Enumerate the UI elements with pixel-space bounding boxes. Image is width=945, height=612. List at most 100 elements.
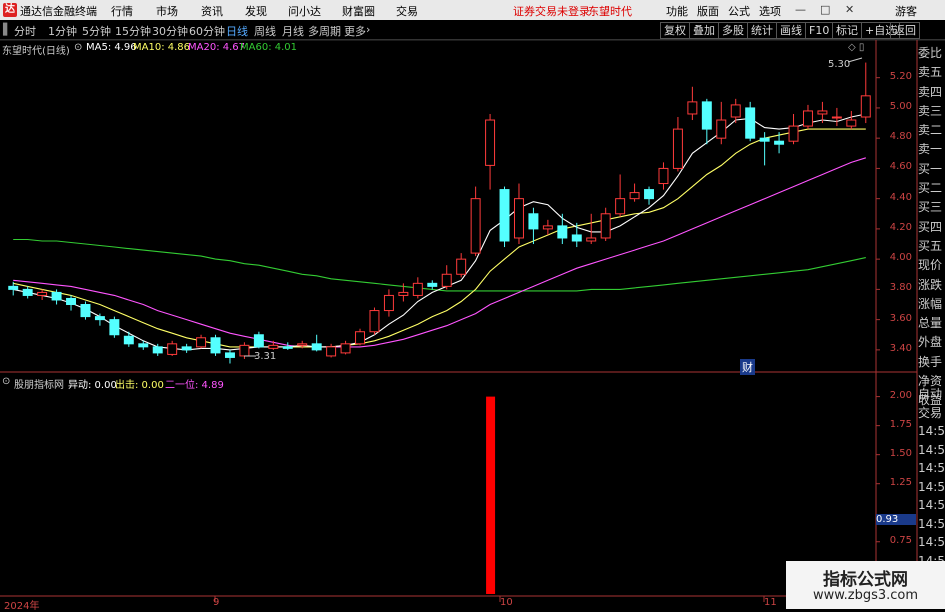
candle-up xyxy=(542,225,553,230)
candle-up xyxy=(586,237,597,242)
sidebar-quote-label[interactable]: 买三 xyxy=(918,198,945,217)
indicator-toggle-icon[interactable]: ⊙ xyxy=(2,376,10,387)
candle-up xyxy=(672,128,683,169)
price-tick-label: 3.60 xyxy=(889,312,912,324)
finance-marker[interactable]: 财 xyxy=(740,359,755,375)
sidebar-quote-label[interactable]: 买四 xyxy=(918,218,945,237)
sidebar-trade-label[interactable]: 14:56 xyxy=(918,533,945,552)
sidebar-quote-label[interactable]: 涨跌 xyxy=(918,276,945,295)
sidebar-quote-label[interactable]: 买一 xyxy=(918,160,945,179)
sidebar-trade-label[interactable]: 14:56 xyxy=(918,515,945,534)
price-tick-label: 4.00 xyxy=(889,252,912,264)
candle-down xyxy=(571,234,582,242)
candle-down xyxy=(224,352,235,358)
indicator-name: 股朋指标网 xyxy=(14,380,64,391)
date-label-sep: 9 xyxy=(213,597,220,608)
candle-down xyxy=(528,213,539,230)
sidebar-trade-label[interactable]: 14:55 xyxy=(918,422,945,441)
candle-up xyxy=(802,110,813,127)
candle-down xyxy=(109,319,120,336)
sidebar-quote-label[interactable]: 买五 xyxy=(918,237,945,256)
candle-up xyxy=(600,213,611,239)
candle-down xyxy=(282,346,293,349)
legend-ma20: MA20: 4.67 xyxy=(188,42,246,53)
sidebar-quote-label[interactable]: 换手 xyxy=(918,353,945,372)
sidebar-quote-label[interactable]: 卖四 xyxy=(918,83,945,102)
candle-up xyxy=(268,344,279,349)
sidebar-quote-label[interactable]: 卖二 xyxy=(918,121,945,140)
candle-up xyxy=(37,291,48,296)
candle-up xyxy=(441,273,452,287)
main-chart-title: 东望时代(日线) xyxy=(2,46,70,57)
watermark-url: www.zbgs3.com xyxy=(812,588,919,603)
candle-down xyxy=(8,285,19,290)
candle-down xyxy=(427,282,438,287)
candle-down xyxy=(66,297,77,306)
sidebar-quote-label[interactable]: 现价 xyxy=(918,256,945,275)
candle-up xyxy=(470,198,481,254)
candle-up xyxy=(817,110,828,115)
legend-ma60: MA60: 4.01 xyxy=(240,42,298,53)
indicator-tick-label: 1.25 xyxy=(889,476,912,488)
candle-down xyxy=(774,140,785,145)
indicator-tick-label: 0.75 xyxy=(889,534,912,546)
kline-chart[interactable] xyxy=(0,0,945,609)
watermark: 指标公式网 www.zbgs3.com xyxy=(786,561,945,609)
candle-up xyxy=(730,104,741,118)
candle-down xyxy=(22,288,33,296)
candle-up xyxy=(485,119,496,166)
candle-down xyxy=(499,189,510,242)
legend-toggle-icon[interactable]: ⊙ xyxy=(74,42,82,53)
sidebar-quote-label[interactable]: 卖五 xyxy=(918,63,945,82)
candle-up xyxy=(369,310,380,333)
candle-down xyxy=(644,189,655,200)
price-tick-label: 4.80 xyxy=(889,131,912,143)
sidebar-quote-label[interactable]: 买二 xyxy=(918,179,945,198)
candle-up xyxy=(629,192,640,200)
candle-up xyxy=(788,125,799,142)
candle-down xyxy=(253,334,264,348)
sidebar-trade-label[interactable]: 14:56 xyxy=(918,459,945,478)
chart-expand-icon[interactable]: ◇ ▯ xyxy=(848,42,864,53)
candle-up xyxy=(412,282,423,296)
sidebar-quote-label[interactable]: 委比 xyxy=(918,44,945,63)
legend-ma5: MA5: 4.96 xyxy=(86,42,137,53)
candle-down xyxy=(759,137,770,142)
candle-up xyxy=(167,343,178,355)
sidebar-quote-label[interactable]: 总量 xyxy=(918,314,945,333)
candle-down xyxy=(138,343,149,348)
candle-up xyxy=(831,116,842,119)
price-tick-label: 4.60 xyxy=(889,161,912,173)
ma5-line xyxy=(13,113,866,351)
candle-up xyxy=(846,119,857,127)
sidebar-quote-label[interactable]: 涨幅 xyxy=(918,295,945,314)
price-tick-label: 4.40 xyxy=(889,191,912,203)
sidebar-quote-label[interactable]: 外盘 xyxy=(918,333,945,352)
watermark-title: 指标公式网 xyxy=(823,570,908,590)
candle-up xyxy=(860,95,871,118)
price-tick-label: 5.00 xyxy=(889,100,912,112)
candle-up xyxy=(658,167,669,185)
sidebar-trade-label[interactable]: 交易 xyxy=(918,404,945,423)
price-tick-label: 3.80 xyxy=(889,282,912,294)
date-label-oct: 10 xyxy=(500,597,513,608)
sidebar-trade-label[interactable]: 14:56 xyxy=(918,478,945,497)
indicator-tick-label: 1.75 xyxy=(889,418,912,430)
quote-sidebar: 委比 卖五 卖四 卖三 卖二 卖一 买一 买二 买三 买四 买五 现价 涨跌 涨幅 总量 外盘 换手 净资 收益 xyxy=(918,44,945,407)
legend-ma10: MA10: 4.86 xyxy=(133,42,191,53)
sidebar-quote-label[interactable]: 卖三 xyxy=(918,102,945,121)
sidebar-trade-label[interactable]: 14:56 xyxy=(918,496,945,515)
sidebar-trade-label[interactable]: 自动 xyxy=(918,385,945,404)
sidebar-quote-label[interactable]: 卖一 xyxy=(918,140,945,159)
ma60-line xyxy=(13,238,866,292)
date-label-nov: 11 xyxy=(764,597,777,608)
indicator-tick-label: 1.50 xyxy=(889,447,912,459)
current-value-badge: 0.93 xyxy=(876,513,916,525)
price-tick-label: 3.40 xyxy=(889,342,912,354)
low-annotation: 3.31 xyxy=(254,351,277,362)
candle-down xyxy=(701,101,712,130)
candle-up xyxy=(239,344,250,357)
candle-up xyxy=(456,258,467,275)
sidebar-trade-label[interactable]: 14:56 xyxy=(918,441,945,460)
ma10-line xyxy=(13,128,866,348)
